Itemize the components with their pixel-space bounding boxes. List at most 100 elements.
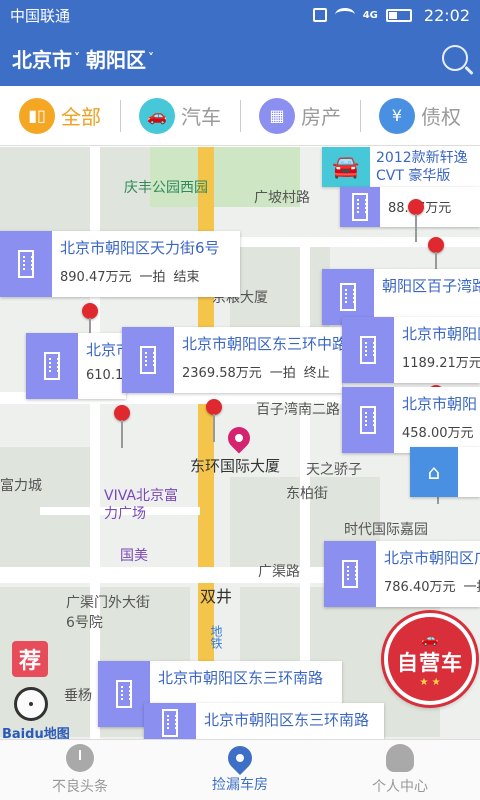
location-selector: 北京市 ˅ 朝阳区 ˅ bbox=[12, 44, 160, 73]
property-price: 458.00万元 bbox=[402, 426, 474, 441]
map-label-place: 时代国际嘉园 bbox=[344, 522, 428, 538]
person-icon bbox=[386, 744, 414, 772]
nav-news[interactable]: 不良头条 bbox=[0, 740, 160, 800]
status-bar: 中国联通 4G 22:02 bbox=[0, 0, 480, 30]
recommend-button[interactable]: 荐 bbox=[12, 641, 48, 677]
district-selector[interactable]: 朝阳区 ˅ bbox=[86, 44, 160, 73]
property-card-body: 北京市朝阳区天力街6号 890.47万元 一拍 结束 bbox=[52, 231, 228, 297]
map-label-road: 广坡村路 bbox=[254, 190, 310, 206]
grid-icon: ▮▯ bbox=[19, 97, 55, 134]
property-card[interactable]: 北京市朝阳 458.00万元 bbox=[342, 387, 480, 453]
property-card[interactable]: 北京市朝阳区广 786.40万元一拍 bbox=[324, 541, 480, 607]
property-price: 786.40万元 bbox=[384, 580, 456, 595]
building-icon bbox=[122, 327, 174, 393]
property-price: 890.47万元 bbox=[60, 270, 132, 285]
map-label-mall: VIVA北京富力广场 bbox=[104, 488, 178, 522]
map-label-metro-line: 地铁 bbox=[209, 625, 223, 649]
tab-property[interactable]: ▦ 房产 bbox=[240, 86, 360, 145]
battery-icon bbox=[385, 8, 412, 22]
city-label: 北京市 bbox=[12, 47, 72, 72]
property-title: 北京市朝阳区东三环南路 bbox=[158, 669, 324, 687]
property-meta: 2369.58万元 一拍 终止 bbox=[182, 362, 334, 381]
map-label-road: 广渠路 bbox=[258, 564, 300, 580]
car-listing-card[interactable]: 🚘 2012款新轩逸 CVT 豪华版 bbox=[322, 147, 480, 187]
nav-label: 不良头条 bbox=[52, 779, 108, 795]
locate-icon[interactable] bbox=[14, 687, 48, 721]
map-pin[interactable] bbox=[114, 405, 130, 448]
property-title: 北京市 bbox=[86, 341, 126, 359]
nav-label: 个人中心 bbox=[372, 779, 428, 795]
building-icon bbox=[324, 541, 376, 607]
car-icon: 🚗 bbox=[139, 97, 175, 134]
map-label-area: 广渠门外大街6号院 bbox=[66, 595, 150, 631]
clock-icon bbox=[66, 744, 94, 772]
map-label-store: 国美 bbox=[120, 548, 148, 564]
nav-bargains[interactable]: 捡漏车房 bbox=[160, 740, 320, 800]
map-label-metro: 双井 bbox=[200, 587, 233, 606]
map-pin[interactable] bbox=[82, 303, 98, 346]
map-label-park: 庆丰公园西园 bbox=[124, 180, 208, 196]
property-title: 朝阳区百子湾路 bbox=[382, 277, 480, 295]
self-operated-label: 自营车 bbox=[397, 650, 463, 675]
app-screen: 中国联通 4G 22:02 北京市 ˅ 朝阳区 ˅ ▮▯ 全部 🚗 汽车 ▦ 房… bbox=[0, 0, 480, 800]
auction-round: 一拍 bbox=[139, 270, 166, 285]
property-card[interactable]: 北京市朝阳区 1189.21万元 bbox=[342, 317, 480, 383]
property-price: 1189.21万元 bbox=[402, 356, 480, 371]
auction-round: 一拍 bbox=[269, 366, 296, 381]
network-type: 4G bbox=[362, 9, 378, 21]
map-pin[interactable] bbox=[428, 237, 444, 280]
building-icon bbox=[144, 703, 196, 739]
tab-all[interactable]: ▮▯ 全部 bbox=[0, 86, 120, 145]
map-pin[interactable] bbox=[408, 199, 424, 242]
city-selector[interactable]: 北京市 ˅ bbox=[12, 44, 86, 73]
property-card-body: 北京市朝阳区广 786.40万元一拍 bbox=[376, 541, 480, 607]
carrier-name: 中国联通 bbox=[10, 6, 71, 25]
property-title: 北京市朝阳 bbox=[402, 395, 478, 413]
tab-label: 房产 bbox=[301, 105, 341, 129]
property-card[interactable]: 北京市朝阳区东三环中路 2369.58万元 一拍 终止 bbox=[122, 327, 342, 393]
property-card-body: 北京市 610.16 bbox=[78, 333, 126, 399]
building-icon: ▦ bbox=[259, 97, 295, 134]
property-card[interactable]: 北京市朝阳区天力街6号 890.47万元 一拍 结束 bbox=[0, 231, 240, 297]
property-card-body: 北京市朝阳区东三环中路 2369.58万元 一拍 终止 bbox=[174, 327, 342, 393]
self-operated-car-button[interactable]: 🚗 自营车 ★ ★ bbox=[384, 613, 476, 705]
tab-label: 债权 bbox=[421, 105, 461, 129]
map-pin[interactable] bbox=[206, 399, 222, 442]
stars-decoration: ★ ★ bbox=[419, 676, 441, 688]
search-icon[interactable] bbox=[442, 45, 468, 71]
property-meta: 786.40万元一拍 bbox=[384, 576, 480, 595]
chevron-down-icon: ˅ bbox=[148, 51, 154, 65]
money-bag-icon: ¥ bbox=[379, 97, 415, 134]
vibrate-icon bbox=[312, 8, 327, 22]
chevron-down-icon: ˅ bbox=[74, 51, 80, 65]
map-label-place: 天之骄子 bbox=[306, 462, 362, 478]
property-title: 北京市朝阳区东三环南路 bbox=[204, 711, 370, 729]
building-icon bbox=[342, 387, 394, 453]
map-label-area: 垂杨 bbox=[64, 688, 92, 704]
map-label-area: 富力城 bbox=[0, 478, 42, 494]
tab-car[interactable]: 🚗 汽车 bbox=[120, 86, 240, 145]
building-icon bbox=[98, 661, 150, 727]
car-card-body: 2012款新轩逸 CVT 豪华版 bbox=[370, 147, 474, 187]
car-listing-card[interactable]: ⌂ bbox=[410, 447, 480, 497]
property-title: 北京市朝阳区广 bbox=[384, 549, 480, 567]
map-view[interactable]: 庆丰公园西园 广坡村路 京粮大厦 百子湾南二路 东环国际大厦 天之骄子 东柏街 … bbox=[0, 147, 480, 739]
nav-label: 捡漏车房 bbox=[212, 777, 268, 793]
property-card[interactable]: 北京市朝阳区东三环南路 bbox=[144, 703, 384, 739]
property-card-body: 北京市朝阳区 1189.21万元 bbox=[394, 317, 480, 383]
building-icon bbox=[340, 187, 380, 227]
property-card-body: 北京市朝阳 458.00万元 bbox=[394, 387, 480, 453]
property-card[interactable]: 北京市 610.16 bbox=[26, 333, 126, 399]
property-card-body: 北京市朝阳区东三环南路 bbox=[196, 703, 377, 739]
bottom-nav: 不良头条 捡漏车房 个人中心 bbox=[0, 739, 480, 800]
tab-debt[interactable]: ¥ 债权 bbox=[360, 86, 480, 145]
location-pin-icon bbox=[223, 741, 257, 775]
car-card-title: 2012款新轩逸 bbox=[376, 150, 468, 166]
nav-profile[interactable]: 个人中心 bbox=[320, 740, 480, 800]
car-icon: 🚘 bbox=[322, 147, 370, 187]
property-price: 610.16 bbox=[86, 368, 126, 383]
current-location-pin bbox=[223, 422, 255, 454]
tab-label: 汽车 bbox=[181, 105, 221, 129]
wifi-icon bbox=[334, 8, 355, 22]
property-price: 2369.58万元 bbox=[182, 366, 262, 381]
